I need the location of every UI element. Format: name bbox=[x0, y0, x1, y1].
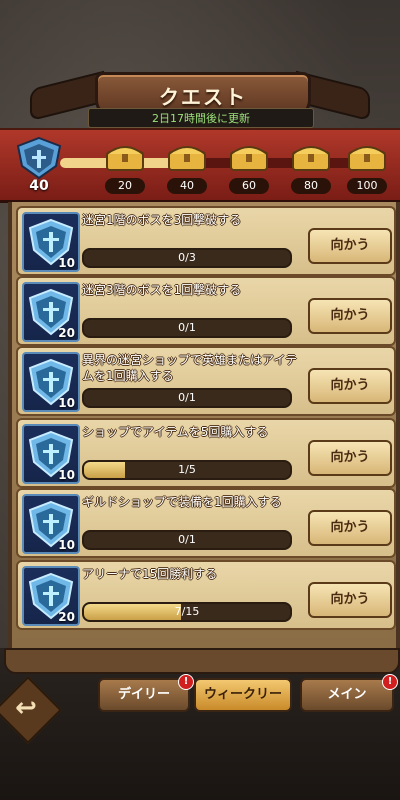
quest-title: 迷宮3階のボスを1回撃破する bbox=[82, 283, 242, 297]
quest-progress-text: 0/1 bbox=[178, 321, 196, 334]
milestone-points: 60 bbox=[229, 178, 269, 194]
quest-reward-shield-icon: 20 bbox=[22, 282, 80, 342]
go-button[interactable]: 向かう bbox=[308, 440, 392, 476]
quest-progress-bar: 1/5 bbox=[82, 460, 292, 480]
milestone-chest-icon[interactable] bbox=[166, 142, 208, 172]
quest-progress-bar: 0/3 bbox=[82, 248, 292, 268]
quest-row: 10 迷宮1階のボスを3回撃破する 0/3 向かう bbox=[16, 206, 396, 276]
tab-daily[interactable]: デイリー ! bbox=[98, 674, 194, 712]
quest-progress-text: 0/1 bbox=[178, 533, 196, 546]
quest-reward-shield-icon: 20 bbox=[22, 566, 80, 626]
quest-progress-bar: 7/15 bbox=[82, 602, 292, 622]
milestone-chest-icon[interactable] bbox=[228, 142, 270, 172]
list-frame-bottom bbox=[4, 648, 400, 674]
quest-row: 10 ギルドショップで装備を1回購入する 0/1 向かう bbox=[16, 488, 396, 558]
quest-reward-points: 20 bbox=[58, 610, 75, 624]
quest-header: クエスト 2日17時間後に更新 bbox=[0, 0, 400, 140]
quest-progress-bar: 0/1 bbox=[82, 318, 292, 338]
milestone-points: 100 bbox=[347, 178, 387, 194]
go-button[interactable]: 向かう bbox=[308, 368, 392, 404]
milestone-points: 80 bbox=[291, 178, 331, 194]
quest-reward-points: 10 bbox=[58, 256, 75, 270]
tab-main-label: メイン bbox=[327, 687, 367, 702]
milestone-chest-icon[interactable] bbox=[290, 142, 332, 172]
back-arrow-icon: ↩ bbox=[15, 693, 37, 723]
milestone-chest-icon[interactable] bbox=[346, 142, 388, 172]
quest-reward-shield-icon: 10 bbox=[22, 424, 80, 484]
daily-alert-badge: ! bbox=[178, 674, 194, 690]
bottom-bar bbox=[0, 648, 400, 800]
quest-progress-bar: 0/1 bbox=[82, 530, 292, 550]
quest-title: ショップでアイテムを5回購入する bbox=[82, 425, 269, 439]
refresh-text: 2日17時間後に更新 bbox=[152, 112, 250, 125]
milestone-points: 40 bbox=[167, 178, 207, 194]
quest-row: 20 迷宮3階のボスを1回撃破する 0/1 向かう bbox=[16, 276, 396, 346]
quest-title: アリーナで15回勝利する bbox=[82, 567, 218, 581]
tab-weekly-label: ウィークリー bbox=[203, 687, 282, 702]
quest-progress-bar: 0/1 bbox=[82, 388, 292, 408]
quest-title: 迷宮1階のボスを3回撃破する bbox=[82, 213, 242, 227]
main-alert-badge: ! bbox=[382, 674, 398, 690]
quest-reward-shield-icon: 10 bbox=[22, 212, 80, 272]
quest-progress-text: 7/15 bbox=[174, 605, 200, 618]
quest-row: 10 ショップでアイテムを5回購入する 1/5 向かう bbox=[16, 418, 396, 488]
quest-progress-text: 0/1 bbox=[178, 391, 196, 404]
current-points: 40 bbox=[29, 178, 49, 194]
quest-reward-points: 10 bbox=[58, 538, 75, 552]
quest-points-shield-icon bbox=[16, 136, 62, 180]
quest-reward-shield-icon: 10 bbox=[22, 494, 80, 554]
go-button[interactable]: 向かう bbox=[308, 510, 392, 546]
quest-title: ギルドショップで装備を1回購入する bbox=[82, 495, 282, 509]
quest-row: 10 異界の迷宮ショップで英雄またはアイテムを1回購入する 0/1 向かう bbox=[16, 346, 396, 416]
go-button[interactable]: 向かう bbox=[308, 582, 392, 618]
milestone-points: 20 bbox=[105, 178, 145, 194]
quest-progress-text: 0/3 bbox=[178, 251, 196, 264]
quest-list[interactable]: 10 迷宮1階のボスを3回撃破する 0/3 向かう 20 迷宮3階のボスを1回撃破する 0/… bbox=[8, 202, 400, 648]
milestone-chest-icon[interactable] bbox=[104, 142, 146, 172]
quest-progress-text: 1/5 bbox=[178, 463, 196, 476]
quest-reward-shield-icon: 10 bbox=[22, 352, 80, 412]
quest-reward-points: 10 bbox=[58, 468, 75, 482]
tab-daily-label: デイリー bbox=[117, 687, 170, 702]
quest-title: 異界の迷宮ショップで英雄またはアイテムを1回購入する bbox=[82, 353, 298, 383]
tab-weekly[interactable]: ウィークリー bbox=[194, 678, 292, 712]
refresh-timer: 2日17時間後に更新 bbox=[88, 108, 314, 128]
page-title: クエスト bbox=[159, 85, 247, 109]
quest-reward-points: 10 bbox=[58, 396, 75, 410]
tab-main[interactable]: メイン ! bbox=[300, 674, 398, 712]
quest-reward-points: 20 bbox=[58, 326, 75, 340]
quest-row: 20 アリーナで15回勝利する 7/15 向かう bbox=[16, 560, 396, 630]
go-button[interactable]: 向かう bbox=[308, 228, 392, 264]
go-button[interactable]: 向かう bbox=[308, 298, 392, 334]
